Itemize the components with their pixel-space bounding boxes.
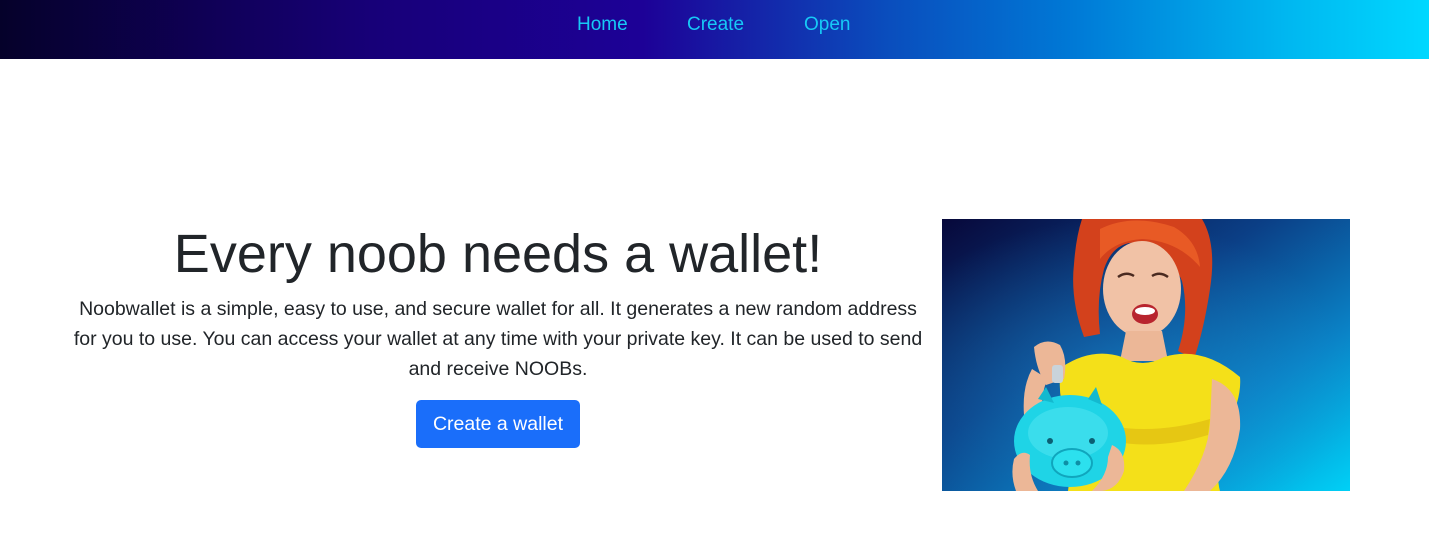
nav-link-open[interactable]: Open bbox=[804, 13, 850, 37]
hero-image bbox=[942, 219, 1350, 491]
top-navbar: Home Create Open bbox=[0, 0, 1429, 59]
hero-description: Noobwallet is a simple, easy to use, and… bbox=[73, 298, 923, 380]
hero-title: Every noob needs a wallet! bbox=[173, 224, 823, 284]
woman-with-piggy-bank-icon bbox=[942, 219, 1350, 491]
nav-link-create[interactable]: Create bbox=[687, 13, 744, 37]
nav-link-home[interactable]: Home bbox=[577, 13, 628, 37]
create-wallet-button[interactable]: Create a wallet bbox=[416, 400, 580, 448]
